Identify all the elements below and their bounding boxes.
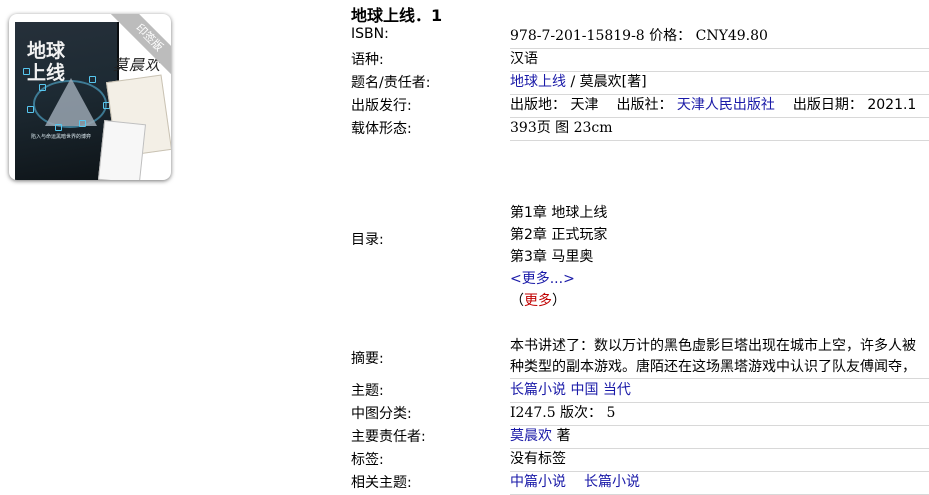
abstract-line: 本书讲述了：数以万计的黑色虚影巨塔出现在城市上空，许多人被 (510, 338, 916, 354)
format-label: 载体形态: (351, 121, 412, 137)
publish-place: 出版地： 天津 (510, 97, 599, 113)
book-cover-image[interactable]: 地球 上线 陷入与命运黑暗世界的博弈 莫晨欢 印签版 (9, 14, 171, 180)
publish-date: 出版日期： 2021.1 (792, 97, 917, 113)
format-value: 393页 图 23cm (510, 118, 929, 141)
subject-value: 长篇小说 中国 当代 (510, 380, 929, 403)
title-author-label: 题名/责任者: (351, 75, 431, 91)
main-author-link[interactable]: 莫晨欢 (510, 428, 552, 444)
tags-value: 没有标签 (510, 449, 929, 472)
publisher-link[interactable]: 天津人民出版社 (677, 97, 775, 113)
language-label: 语种: (351, 52, 384, 68)
isbn-value: 978-7-201-15819-8 价格： CNY49.80 (510, 26, 929, 49)
cover-title: 地球 上线 (27, 40, 66, 84)
author-text: / 莫晨欢[著] (566, 74, 647, 90)
toc-item: 第1章 地球上线 (510, 205, 608, 221)
toc-item: 第2章 正式玩家 (510, 227, 608, 243)
publishing-value: 出版地： 天津 出版社： 天津人民出版社 出版日期： 2021.1 (510, 95, 929, 118)
publisher-prefix: 出版社： (616, 97, 673, 113)
tags-label: 标签: (351, 452, 384, 468)
abstract-text: 本书讲述了：数以万计的黑色虚影巨塔出现在城市上空，许多人被 种类型的副本游戏。唐… (510, 336, 929, 379)
clc-value: I247.5 版次： 5 (510, 403, 929, 426)
toc-item: 第3章 马里奥 (510, 249, 594, 265)
toc-more-red-link[interactable]: 更多 (524, 293, 552, 309)
publishing-label: 出版发行: (351, 98, 412, 114)
abstract-line: 种类型的副本游戏。唐陌还在这场黑塔游戏中认识了队友傅闻夺， (510, 359, 916, 375)
language-value: 汉语 (510, 49, 929, 72)
toc-paren-open: （ (510, 293, 524, 309)
cover-tagline: 陷入与命运黑暗世界的博弈 (31, 134, 92, 140)
isbn-label: ISBN: (351, 26, 389, 42)
book-title: 地球上线．1 (351, 6, 443, 25)
cover-bookmark (97, 119, 147, 180)
related-label: 相关主题: (351, 475, 412, 491)
title-author-value: 地球上线 / 莫晨欢[著] (510, 72, 929, 95)
clc-label: 中图分类: (351, 406, 412, 422)
toc-label: 目录: (351, 232, 384, 248)
main-author-value: 莫晨欢 著 (510, 426, 929, 449)
main-author-label: 主要责任者: (351, 429, 426, 445)
subject-link[interactable]: 长篇小说 中国 当代 (510, 382, 631, 398)
title-link[interactable]: 地球上线 (510, 74, 566, 90)
abstract-label: 摘要: (351, 351, 384, 367)
toc-paren-close: ） (552, 293, 566, 309)
toc-more-link[interactable]: <更多...> (510, 271, 575, 287)
main-author-role: 著 (552, 428, 571, 444)
related-link-2[interactable]: 长篇小说 (584, 474, 640, 490)
subject-label: 主题: (351, 383, 384, 399)
toc-list: 第1章 地球上线 第2章 正式玩家 第3章 马里奥 <更多...> （更多） (510, 202, 929, 312)
related-link-1[interactable]: 中篇小说 (510, 474, 566, 490)
